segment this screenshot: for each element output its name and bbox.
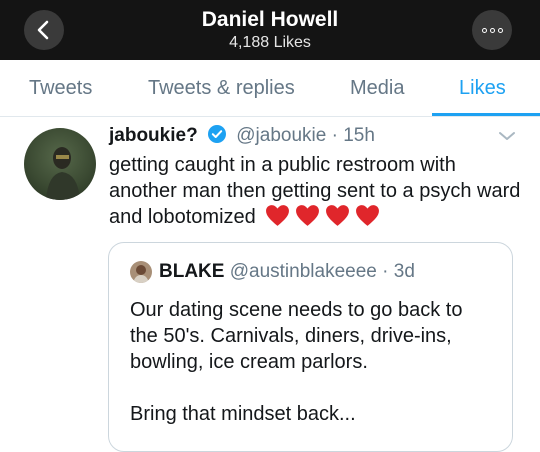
quoted-timestamp[interactable]: 3d — [394, 261, 415, 282]
quoted-text-line — [130, 375, 505, 401]
profile-name: Daniel Howell — [201, 8, 339, 31]
tweet-separator: · — [331, 125, 338, 146]
tweet-header: jaboukie? @jaboukie · 15h — [109, 124, 375, 148]
heart-emojis — [265, 204, 380, 227]
avatar[interactable] — [24, 128, 96, 200]
tweet-timestamp[interactable]: 15h — [343, 125, 375, 146]
more-horizontal-icon — [481, 27, 503, 33]
profile-tabs: Tweets Tweets & replies Media Likes — [0, 60, 540, 117]
quoted-tweet-header: BLAKE @austinblakeeee · 3d — [159, 260, 415, 284]
quoted-text-line: Bring that mindset back... — [130, 403, 356, 425]
quoted-author-handle[interactable]: @austinblakeeee — [230, 261, 377, 282]
quoted-text-line: Our dating scene needs to go back to — [130, 299, 463, 321]
verified-badge-icon — [207, 125, 226, 143]
quoted-author-name[interactable]: BLAKE — [159, 261, 224, 282]
heart-emoji-icon — [266, 205, 290, 226]
quoted-author-avatar[interactable] — [130, 261, 152, 283]
avatar-photo — [46, 147, 80, 200]
active-tab-indicator — [432, 113, 540, 116]
tweet-author-name[interactable]: jaboukie? — [109, 125, 198, 146]
quoted-tweet-text: Our dating scene needs to go back to the… — [130, 297, 505, 427]
heart-emoji-icon — [356, 205, 380, 226]
likes-count: 4,188 Likes — [229, 34, 311, 51]
heart-emoji-icon — [326, 205, 350, 226]
quoted-text-line: the 50's. Carnivals, diners, drive-ins, — [130, 325, 452, 347]
quoted-tweet[interactable]: BLAKE @austinblakeeee · 3d Our dating sc… — [108, 242, 513, 452]
tab-media[interactable]: Media — [350, 60, 404, 116]
tab-tweets[interactable]: Tweets — [29, 60, 92, 116]
quoted-text-line: bowling, ice cream parlors. — [130, 351, 368, 373]
tab-likes[interactable]: Likes — [459, 60, 506, 116]
more-button[interactable] — [472, 10, 512, 50]
tweet-author-handle[interactable]: @jaboukie — [236, 125, 326, 146]
tweet-body: getting caught in a public restroom with… — [109, 152, 529, 230]
tab-tweets-replies[interactable]: Tweets & replies — [148, 60, 295, 116]
top-bar: Daniel Howell 4,188 Likes — [0, 0, 540, 60]
chevron-down-icon[interactable] — [496, 129, 518, 143]
quoted-separator: · — [382, 261, 389, 282]
heart-emoji-icon — [296, 205, 320, 226]
quoted-avatar-photo — [133, 265, 149, 283]
